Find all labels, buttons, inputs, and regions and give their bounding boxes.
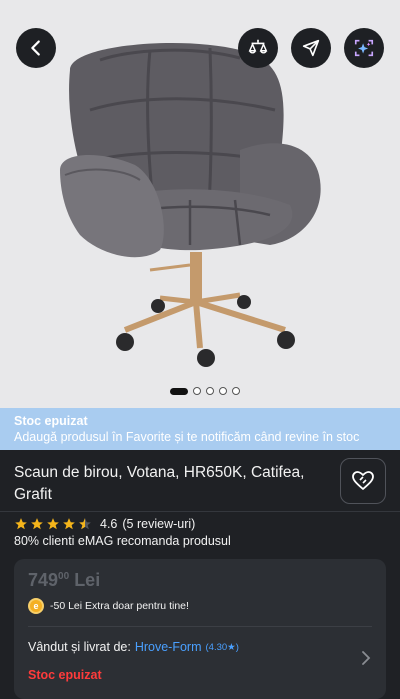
divider (28, 626, 372, 627)
stock-status: Stoc epuizat (28, 668, 102, 682)
half-star-icon (79, 518, 91, 530)
product-price: 74900 Lei (28, 570, 100, 591)
product-image[interactable] (40, 40, 360, 375)
back-button[interactable] (16, 28, 56, 68)
out-of-stock-banner: Stoc epuizat Adaugă produsul în Favorite… (0, 408, 400, 450)
star-icon (63, 518, 75, 530)
ai-sparkle-icon (354, 39, 374, 57)
recommendation-text: 80% clienti eMAG recomanda produsul (14, 534, 231, 548)
product-rating[interactable]: 4.6 (5 review-uri) (14, 517, 195, 531)
seller-rating: (4.30★) (206, 642, 239, 653)
seller-link[interactable]: Hrove-Form (135, 640, 202, 654)
promo-text: -50 Lei Extra doar pentru tine! (50, 600, 189, 612)
share-icon (302, 39, 320, 57)
gallery-dot[interactable] (219, 387, 227, 395)
review-count[interactable]: (5 review-uri) (122, 517, 195, 531)
seller-score-star: ★) (227, 641, 239, 653)
chevron-right-icon[interactable] (360, 651, 372, 665)
compare-button[interactable] (238, 28, 278, 68)
gallery-dot[interactable] (206, 387, 214, 395)
star-icon (15, 518, 27, 530)
ai-assistant-button[interactable] (344, 28, 384, 68)
price-integer: 749 (28, 570, 59, 590)
add-to-favorites-button[interactable] (340, 458, 386, 504)
price-decimals: 00 (58, 571, 70, 582)
share-button[interactable] (291, 28, 331, 68)
compare-icon (248, 39, 268, 54)
banner-message: Adaugă produsul în Favorite și te notifi… (14, 430, 360, 444)
rating-value: 4.6 (100, 517, 118, 531)
gallery-dot[interactable] (170, 387, 188, 395)
seller-label: Vândut și livrat de: (28, 640, 131, 654)
gallery-dot[interactable] (193, 387, 201, 395)
star-icon (31, 518, 43, 530)
seller-score: (4.30 (205, 641, 228, 653)
product-title: Scaun de birou, Votana, HR650K, Catifea,… (14, 464, 305, 503)
gallery-pagination[interactable] (170, 387, 240, 395)
banner-title: Stoc epuizat (14, 414, 88, 428)
price-currency: Lei (74, 570, 101, 590)
coin-icon: e (28, 598, 44, 614)
chevron-left-icon (31, 40, 40, 56)
promo-offer[interactable]: e -50 Lei Extra doar pentru tine! (28, 598, 189, 614)
gallery-dot[interactable] (232, 387, 240, 395)
price-card: 74900 Lei e -50 Lei Extra doar pentru ti… (14, 559, 386, 699)
seller-info[interactable]: Vândut și livrat de: Hrove-Form (4.30★) (28, 640, 239, 654)
product-gallery[interactable] (0, 0, 400, 408)
heart-icon (352, 471, 374, 490)
star-icon (47, 518, 59, 530)
divider (0, 511, 400, 512)
